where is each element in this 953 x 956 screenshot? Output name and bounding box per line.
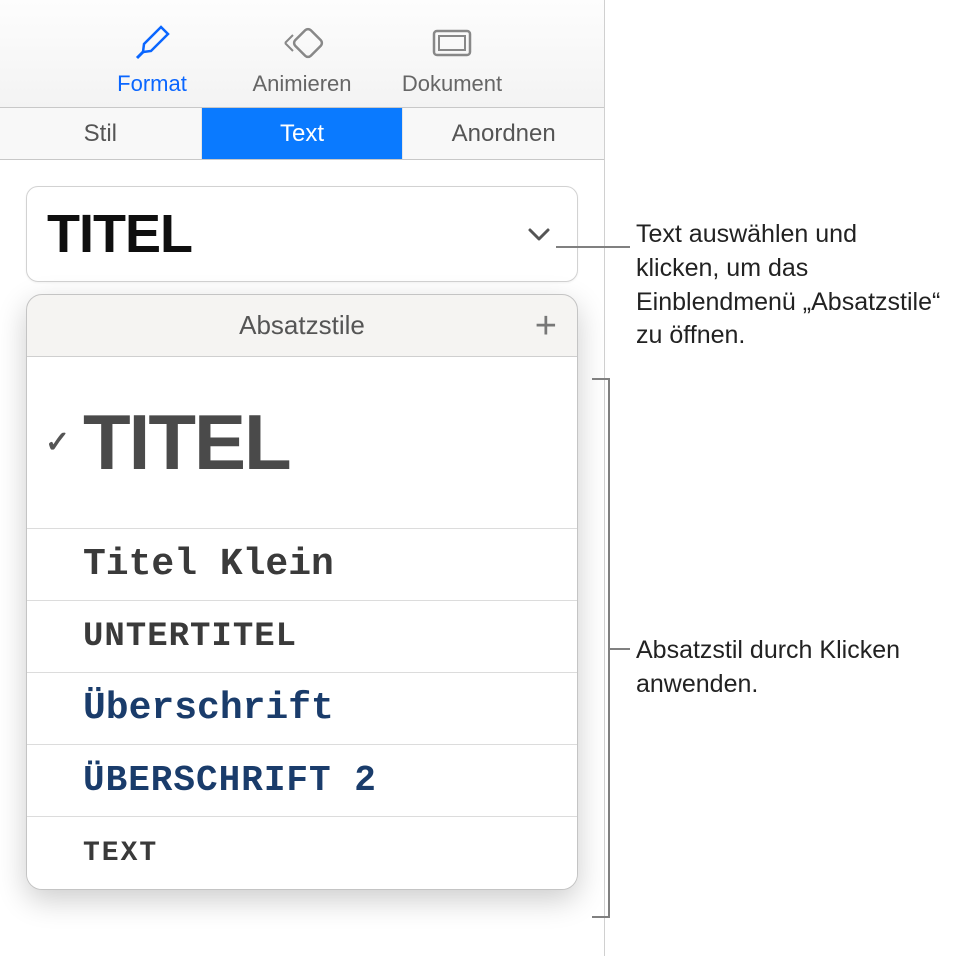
style-row-ueberschrift[interactable]: Überschrift xyxy=(27,673,577,745)
callout-leader-line xyxy=(556,246,630,248)
tab-style[interactable]: Stil xyxy=(0,108,202,159)
tab-text[interactable]: Text xyxy=(202,108,404,159)
style-label: UNTERTITEL xyxy=(83,618,555,656)
toolbar-format-button[interactable]: Format xyxy=(92,19,212,97)
style-row-ueberschrift-2[interactable]: ÜBERSCHRIFT 2 xyxy=(27,745,577,817)
paintbrush-icon xyxy=(131,19,173,67)
toolbar-animate-button[interactable]: Animieren xyxy=(242,19,362,97)
paragraph-style-dropdown[interactable]: TITEL xyxy=(26,186,578,282)
paragraph-styles-popover: Absatzstile + ✓ TITEL Titel Klein UNTERT… xyxy=(26,294,578,890)
callout-dropdown-hint: Text auswählen und klicken, um das Einbl… xyxy=(636,218,946,353)
toolbar-document-label: Dokument xyxy=(402,71,502,97)
callout-bracket-arm xyxy=(610,648,630,650)
style-row-text[interactable]: TEXT xyxy=(27,817,577,889)
style-row-untertitel[interactable]: UNTERTITEL xyxy=(27,601,577,673)
tab-text-label: Text xyxy=(280,120,324,148)
toolbar-format-label: Format xyxy=(117,71,187,97)
tab-style-label: Stil xyxy=(84,120,117,148)
chevron-down-icon xyxy=(525,220,553,248)
current-style-label: TITEL xyxy=(47,203,192,265)
tab-arrange[interactable]: Anordnen xyxy=(403,108,604,159)
style-label: TITEL xyxy=(83,405,555,479)
checkmark-icon: ✓ xyxy=(45,425,83,460)
popover-body: ✓ TITEL Titel Klein UNTERTITEL Überschri… xyxy=(27,357,577,889)
popover-title: Absatzstile xyxy=(239,310,365,341)
inspector-tabs: Stil Text Anordnen xyxy=(0,108,604,160)
tab-arrange-label: Anordnen xyxy=(452,120,556,148)
document-icon xyxy=(430,19,474,67)
toolbar-document-button[interactable]: Dokument xyxy=(392,19,512,97)
toolbar-animate-label: Animieren xyxy=(252,71,351,97)
style-row-titel[interactable]: ✓ TITEL xyxy=(27,357,577,529)
plus-icon: + xyxy=(535,305,557,347)
style-row-titel-klein[interactable]: Titel Klein xyxy=(27,529,577,601)
add-style-button[interactable]: + xyxy=(535,307,557,345)
callout-bracket xyxy=(592,378,610,918)
toolbar: Format Animieren Dokument xyxy=(0,0,604,108)
style-label: Titel Klein xyxy=(83,543,555,586)
text-inspector-content: TITEL Absatzstile + ✓ TITEL xyxy=(0,160,604,282)
callout-list-hint: Absatzstil durch Klicken anwenden. xyxy=(636,634,936,702)
style-label: ÜBERSCHRIFT 2 xyxy=(83,760,555,801)
popover-header: Absatzstile + xyxy=(27,295,577,357)
style-label: Überschrift xyxy=(83,687,555,730)
inspector-panel: Format Animieren Dokument Stil Text xyxy=(0,0,605,956)
animate-icon xyxy=(279,19,325,67)
style-label: TEXT xyxy=(83,838,555,869)
